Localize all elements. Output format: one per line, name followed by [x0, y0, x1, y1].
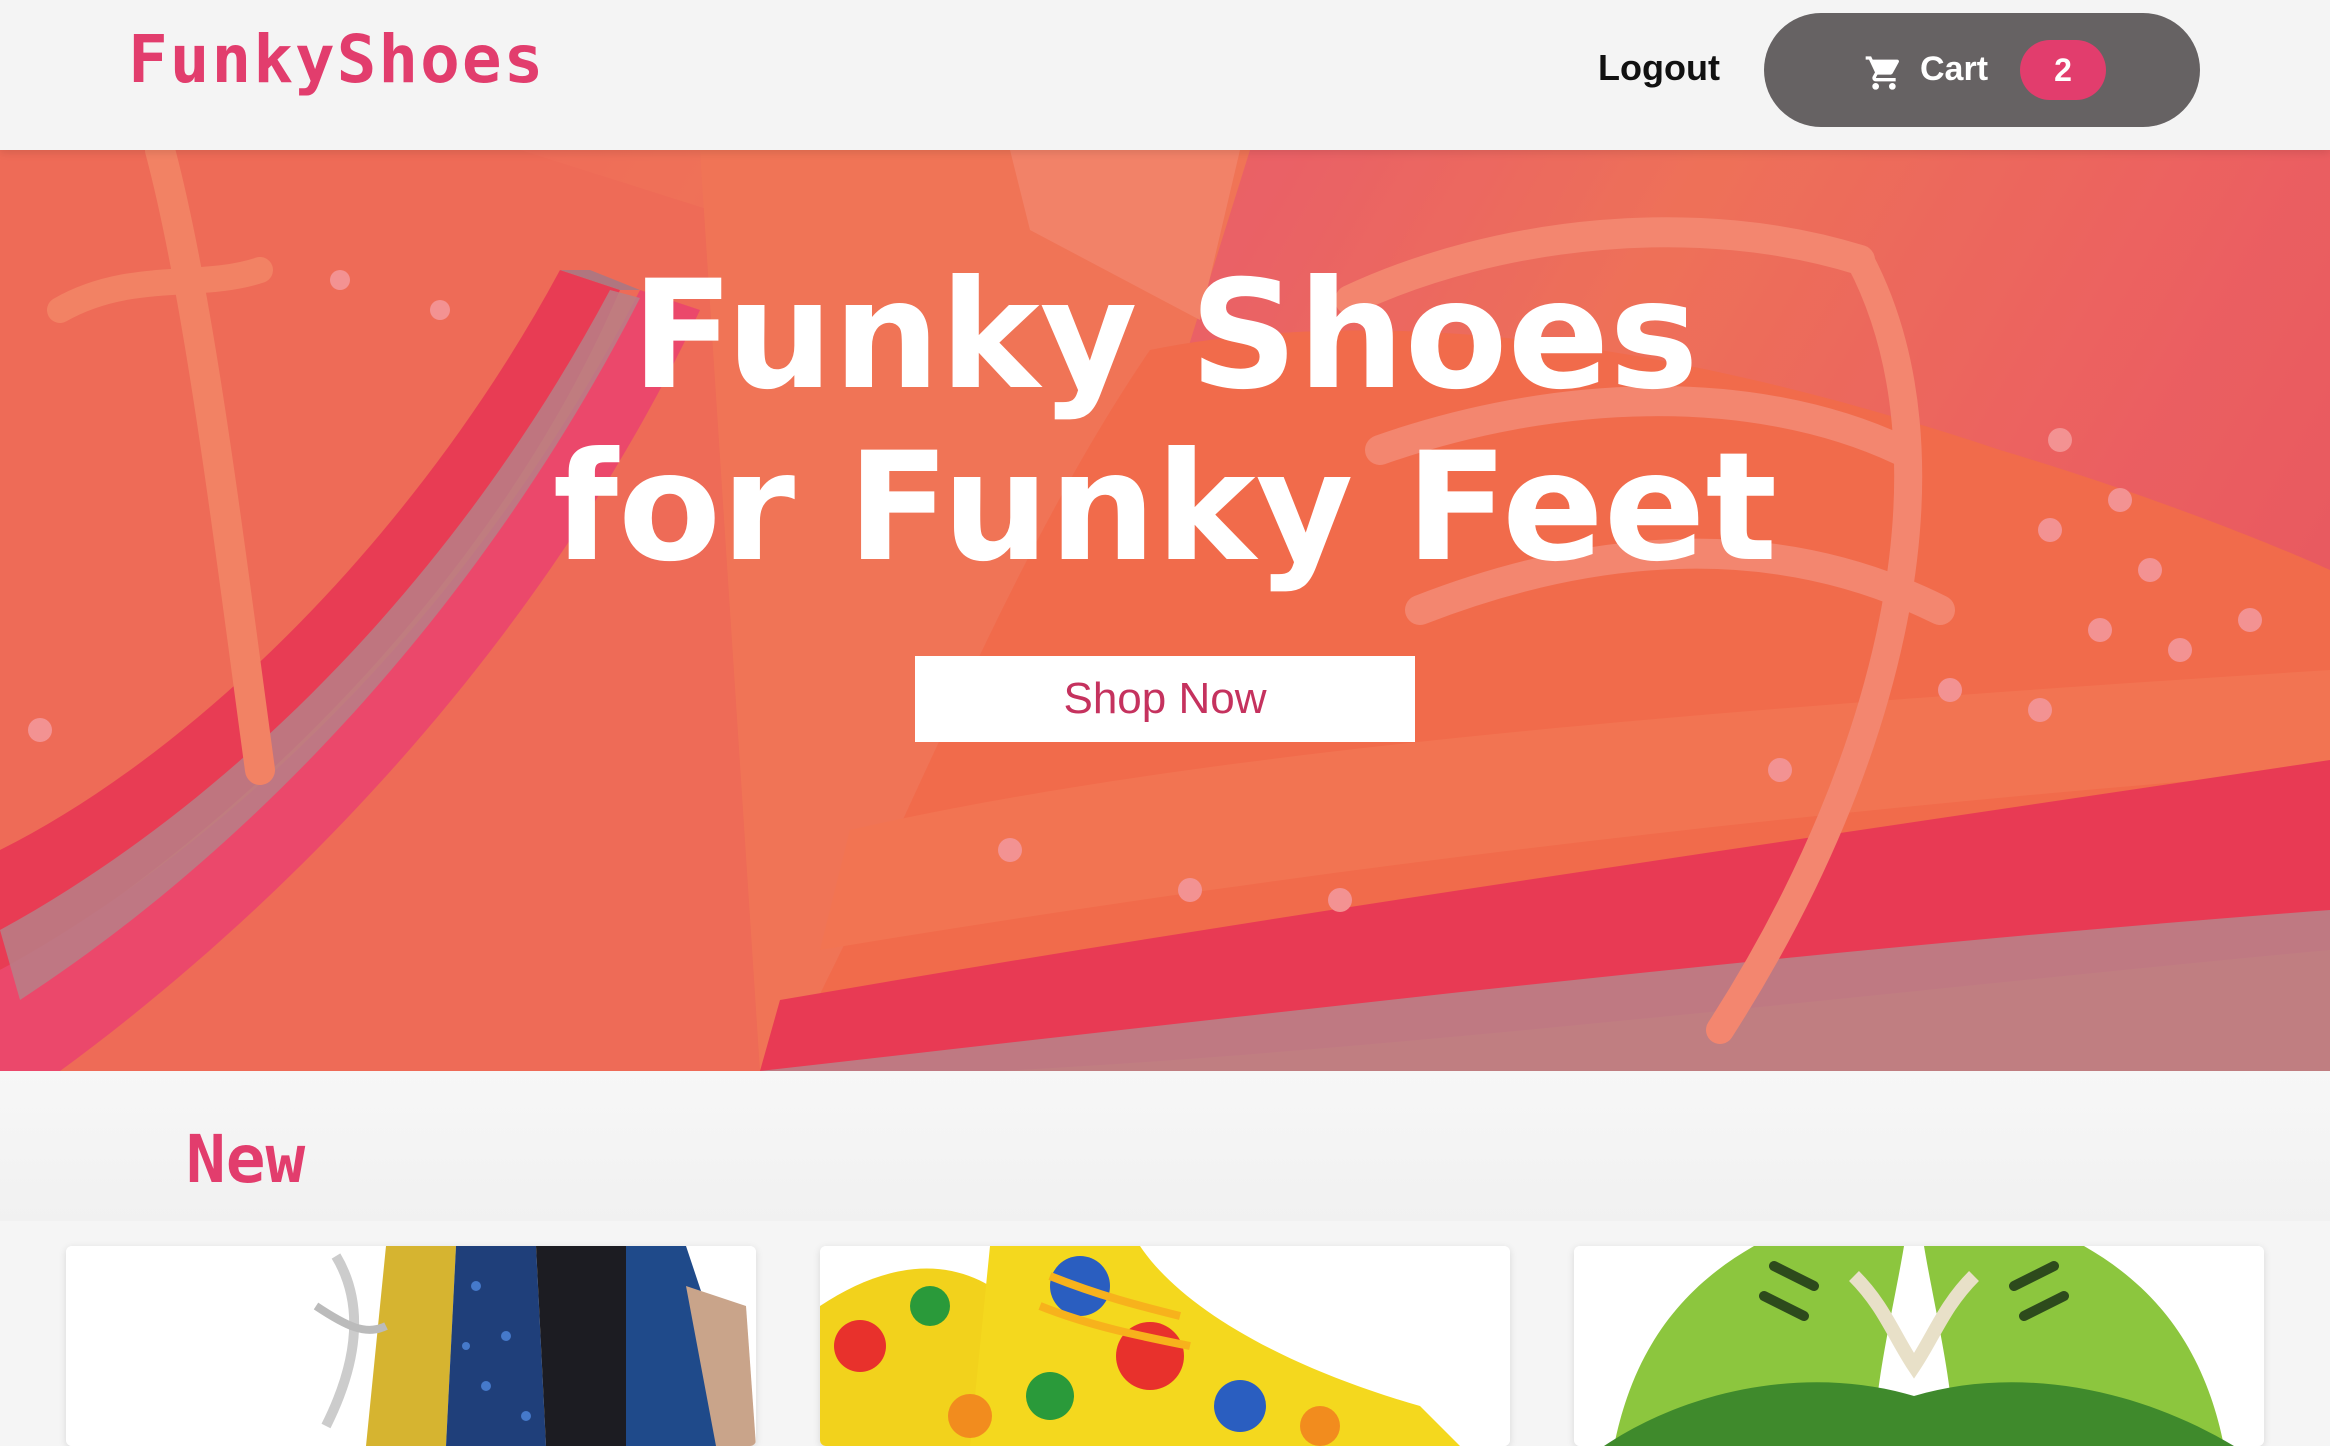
new-section-band: [0, 1071, 2330, 1221]
cart-label: Cart: [1920, 50, 1989, 88]
product-card-2[interactable]: [820, 1246, 1510, 1446]
new-section-title: New: [186, 1121, 306, 1198]
hero-title: Funky Shoes for Funky Feet: [0, 250, 2330, 594]
logout-link[interactable]: Logout: [1598, 44, 1720, 92]
site-header: FunkyShoes Logout Cart 2: [0, 0, 2330, 150]
green-dinosaur-sneakers-image: [1574, 1246, 2264, 1446]
hero-banner: Funky Shoes for Funky Feet Shop Now: [0, 150, 2330, 1071]
shop-now-button[interactable]: Shop Now: [915, 656, 1415, 742]
cart-count-badge: 2: [2020, 40, 2106, 100]
cart-button[interactable]: Cart 2: [1764, 13, 2200, 127]
shopping-cart-icon: [1865, 56, 1900, 90]
polka-dot-clown-shoes-image: [820, 1246, 1510, 1446]
hero-title-line-2: for Funky Feet: [552, 421, 1778, 595]
hero-title-line-1: Funky Shoes: [631, 249, 1699, 423]
glitter-boot-image: [66, 1246, 756, 1446]
product-card-1[interactable]: [66, 1246, 756, 1446]
product-card-3[interactable]: [1574, 1246, 2264, 1446]
site-logo[interactable]: FunkyShoes: [128, 24, 545, 96]
